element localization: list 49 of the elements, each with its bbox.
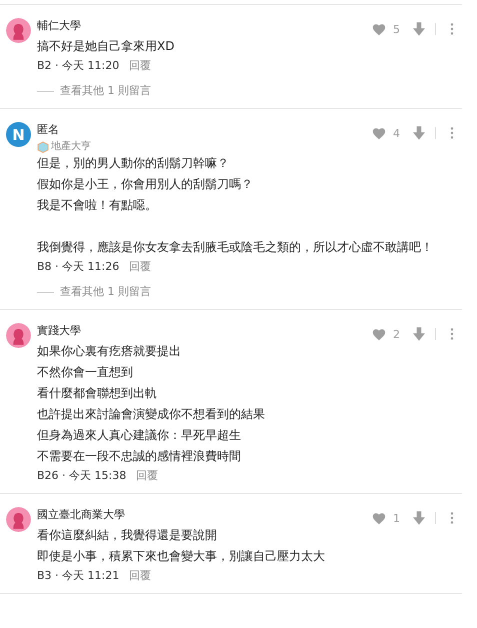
- comment-line: 看什麼都會聯想到出軌: [37, 385, 158, 402]
- comment-line: 搞不好是她自己拿來用XD: [37, 38, 176, 55]
- more-icon[interactable]: [450, 127, 454, 139]
- comment-line: 但身為過來人真心建議你：早死早超生: [37, 427, 242, 444]
- reply-link[interactable]: 回覆: [129, 568, 152, 584]
- avatar-icon[interactable]: [6, 507, 31, 532]
- comment-line: 即使是小事，積累下來也會變大事，別讓自己壓力太大: [37, 548, 326, 565]
- comment-line: 我是不會啦！有點噁。: [37, 197, 158, 214]
- heart-icon[interactable]: [372, 512, 386, 524]
- more-icon[interactable]: [450, 512, 454, 524]
- down-arrow-icon[interactable]: [413, 126, 425, 140]
- reply-link[interactable]: 回覆: [129, 259, 152, 275]
- comment-line: 但是，別的男人動你的刮鬍刀幹嘛？: [37, 155, 230, 172]
- like-count: 2: [393, 328, 401, 340]
- avatar-icon[interactable]: [6, 18, 31, 43]
- floor-time: B8 · 今天 11:26: [37, 259, 120, 275]
- floor-time: B26 · 今天 15:38: [37, 468, 126, 484]
- view-more-replies[interactable]: 查看其他 1 則留言: [37, 83, 151, 99]
- author-name[interactable]: 實踐大學: [37, 323, 81, 339]
- comment-line: 也許提出來討論會演變成你不想看到的結果: [37, 406, 266, 423]
- comment-line: 看你這麼糾結，我覺得還是要說開: [37, 527, 218, 544]
- view-more-replies[interactable]: 查看其他 1 則留言: [37, 284, 151, 300]
- more-icon[interactable]: [450, 23, 454, 35]
- author-name[interactable]: 輔仁大學: [37, 18, 81, 34]
- down-arrow-icon[interactable]: [413, 22, 425, 36]
- author-name[interactable]: 匿名: [37, 122, 91, 138]
- floor-time: B2 · 今天 11:20: [37, 58, 120, 74]
- comment-line: 我倒覺得，應該是你女友拿去刮腋毛或陰毛之類的，所以才心虛不敢講吧！: [37, 239, 434, 256]
- like-count: 4: [393, 126, 401, 140]
- badge-label: 地產大亨: [51, 140, 91, 153]
- reply-link[interactable]: 回覆: [136, 468, 158, 484]
- floor-time: B3 · 今天 11:21: [37, 568, 120, 584]
- cube-icon: [37, 140, 49, 152]
- heart-icon[interactable]: [372, 126, 386, 140]
- heart-icon[interactable]: [372, 328, 386, 340]
- down-arrow-icon[interactable]: [413, 511, 425, 525]
- down-arrow-icon[interactable]: [413, 327, 425, 341]
- comment-line: 如果你心裏有疙瘩就要提出: [37, 343, 182, 360]
- avatar[interactable]: N: [6, 122, 31, 147]
- more-icon[interactable]: [450, 328, 454, 340]
- avatar-icon[interactable]: [6, 323, 31, 348]
- like-count: 1: [393, 512, 401, 524]
- reply-link[interactable]: 回覆: [129, 58, 152, 74]
- comment-line: 不需要在一段不忠誠的感情裡浪費時間: [37, 448, 242, 465]
- author-name[interactable]: 國立臺北商業大學: [37, 507, 125, 523]
- heart-icon[interactable]: [372, 22, 386, 36]
- comment-line: 不然你會一直想到: [37, 364, 134, 381]
- comment-line: 假如你是小王，你會用別人的刮鬍刀嗎？: [37, 176, 254, 193]
- like-count: 5: [393, 22, 401, 36]
